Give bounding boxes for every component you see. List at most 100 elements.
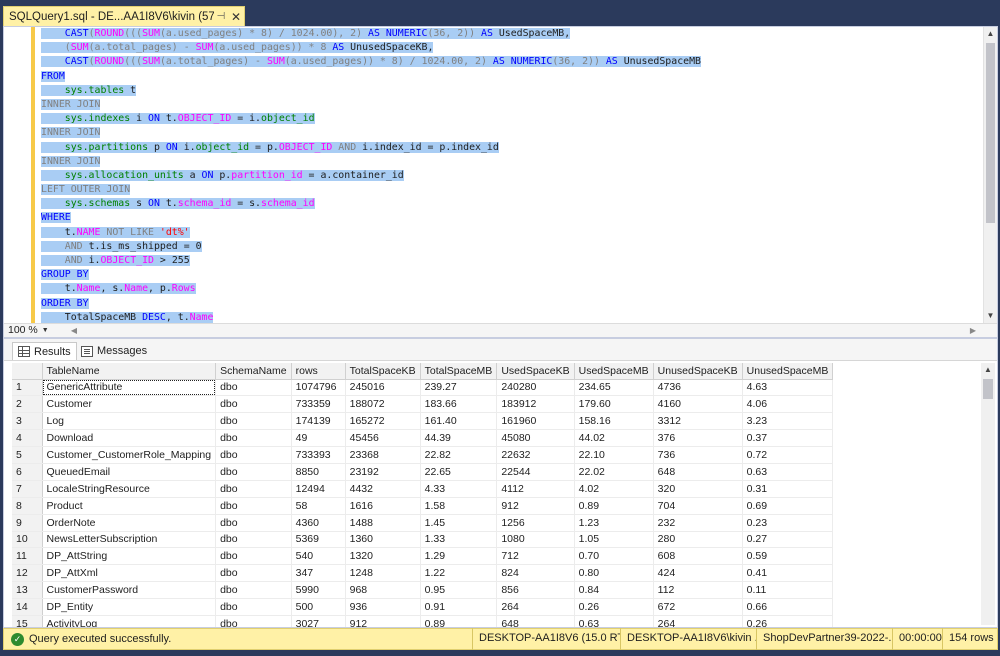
table-cell[interactable]: 22.10: [574, 446, 654, 464]
column-header[interactable]: UnusedSpaceMB: [742, 363, 834, 380]
scroll-down-icon[interactable]: ▼: [984, 309, 997, 323]
table-cell[interactable]: 1.58: [420, 497, 498, 515]
table-row[interactable]: 15 ActivityLog dbo 3027 912 0.89 648 0.63 264 0.2…: [12, 615, 834, 627]
table-cell[interactable]: 1616: [345, 497, 421, 515]
table-cell[interactable]: 5990: [291, 581, 346, 600]
row-number[interactable]: 10: [12, 531, 43, 549]
table-cell[interactable]: 264: [653, 615, 743, 627]
table-cell[interactable]: 608: [653, 547, 743, 566]
code-line[interactable]: FROM: [41, 70, 983, 84]
table-cell[interactable]: 712: [496, 547, 575, 566]
code-line[interactable]: sys.tables t: [41, 84, 983, 98]
code-line[interactable]: AND t.is_ms_shipped = 0: [41, 240, 983, 254]
table-cell[interactable]: 736: [653, 446, 743, 464]
code-line[interactable]: CAST(ROUND(((SUM(a.used_pages) * 8) / 10…: [41, 27, 983, 41]
table-row[interactable]: 12 DP_AttXml dbo 347 1248 1.22 824 0.80 424 0.41: [12, 564, 834, 583]
table-cell[interactable]: DP_AttString: [42, 547, 217, 566]
table-cell[interactable]: 1.33: [420, 531, 498, 549]
table-cell[interactable]: 0.59: [742, 547, 834, 566]
table-cell[interactable]: NewsLetterSubscription: [42, 531, 217, 549]
table-row[interactable]: 4 Download dbo 49 45456 44.39 45080 44.02 376 0.3…: [12, 429, 834, 448]
table-cell[interactable]: 5369: [291, 531, 346, 549]
row-number[interactable]: 13: [12, 581, 43, 600]
table-cell[interactable]: dbo: [215, 564, 292, 583]
table-cell[interactable]: 824: [496, 564, 575, 583]
table-cell[interactable]: 0.69: [742, 497, 834, 515]
table-cell[interactable]: GenericAttribute: [42, 379, 217, 397]
table-cell[interactable]: 0.91: [420, 598, 498, 616]
column-header[interactable]: TableName: [42, 363, 217, 380]
table-cell[interactable]: 240280: [496, 379, 575, 397]
table-cell[interactable]: DP_AttXml: [42, 564, 217, 583]
code-line[interactable]: TotalSpaceMB DESC, t.Name: [41, 311, 983, 323]
table-cell[interactable]: dbo: [215, 395, 292, 414]
table-cell[interactable]: Customer: [42, 395, 217, 414]
code-line[interactable]: (SUM(a.total_pages) - SUM(a.used_pages))…: [41, 41, 983, 55]
editor-vertical-scrollbar[interactable]: ▲ ▼: [983, 27, 997, 323]
table-cell[interactable]: 179.60: [574, 395, 654, 414]
column-header[interactable]: UsedSpaceMB: [574, 363, 654, 380]
code-line[interactable]: sys.schemas s ON t.schema_id = s.schema_…: [41, 197, 983, 211]
table-cell[interactable]: Log: [42, 412, 217, 431]
code-line[interactable]: sys.allocation_units a ON p.partition_id…: [41, 169, 983, 183]
table-cell[interactable]: dbo: [215, 412, 292, 431]
table-row[interactable]: 10 NewsLetterSubscription dbo 5369 1360 1.33 1…: [12, 531, 834, 549]
table-cell[interactable]: 856: [496, 581, 575, 600]
row-number[interactable]: 4: [12, 429, 43, 448]
code-line[interactable]: sys.partitions p ON i.object_id = p.OBJE…: [41, 141, 983, 155]
table-cell[interactable]: 0.37: [742, 429, 834, 448]
table-cell[interactable]: 0.26: [742, 615, 834, 627]
table-cell[interactable]: DP_Entity: [42, 598, 217, 616]
zoom-select[interactable]: 100 % ▼: [8, 324, 64, 337]
table-cell[interactable]: 320: [653, 480, 743, 498]
chevron-down-icon[interactable]: ▼: [42, 324, 49, 337]
table-cell[interactable]: 968: [345, 581, 421, 600]
row-number[interactable]: 12: [12, 564, 43, 583]
row-number[interactable]: 11: [12, 547, 43, 566]
table-cell[interactable]: 936: [345, 598, 421, 616]
close-icon[interactable]: ✕: [228, 10, 244, 24]
table-cell[interactable]: 0.11: [742, 581, 834, 600]
code-line[interactable]: WHERE: [41, 211, 983, 225]
table-cell[interactable]: 4.63: [742, 379, 834, 397]
table-cell[interactable]: 1.23: [574, 514, 654, 532]
code-line[interactable]: CAST(ROUND(((SUM(a.total_pages) - SUM(a.…: [41, 55, 983, 69]
row-number[interactable]: 7: [12, 480, 43, 498]
table-cell[interactable]: 0.66: [742, 598, 834, 616]
table-row[interactable]: 2 Customer dbo 733359 188072 183.66 183912 179.…: [12, 395, 834, 414]
column-header[interactable]: rows: [291, 363, 346, 380]
table-cell[interactable]: 161960: [496, 412, 575, 431]
table-cell[interactable]: 347: [291, 564, 346, 583]
table-cell[interactable]: 0.80: [574, 564, 654, 583]
table-cell[interactable]: 1320: [345, 547, 421, 566]
pin-icon[interactable]: ⊣: [214, 11, 228, 22]
table-cell[interactable]: dbo: [215, 429, 292, 448]
table-cell[interactable]: 0.72: [742, 446, 834, 464]
table-cell[interactable]: 23192: [345, 463, 421, 481]
scroll-thumb[interactable]: [983, 379, 993, 399]
table-cell[interactable]: dbo: [215, 581, 292, 600]
table-row[interactable]: 9 OrderNote dbo 4360 1488 1.45 1256 1.23 232 0.23: [12, 514, 834, 532]
table-row[interactable]: 7 LocaleStringResource dbo 12494 4432 4.33 411…: [12, 480, 834, 498]
table-cell[interactable]: 12494: [291, 480, 346, 498]
row-number[interactable]: 5: [12, 446, 43, 464]
table-cell[interactable]: CustomerPassword: [42, 581, 217, 600]
table-cell[interactable]: 22632: [496, 446, 575, 464]
row-number[interactable]: 15: [12, 615, 43, 627]
table-cell[interactable]: 1.22: [420, 564, 498, 583]
scroll-thumb[interactable]: [986, 43, 995, 223]
table-cell[interactable]: 376: [653, 429, 743, 448]
scroll-up-icon[interactable]: ▲: [981, 363, 995, 377]
table-cell[interactable]: 1.05: [574, 531, 654, 549]
table-cell[interactable]: 0.95: [420, 581, 498, 600]
table-cell[interactable]: dbo: [215, 615, 292, 627]
table-cell[interactable]: 45456: [345, 429, 421, 448]
row-number[interactable]: 2: [12, 395, 43, 414]
row-number[interactable]: 14: [12, 598, 43, 616]
table-cell[interactable]: 0.41: [742, 564, 834, 583]
code-line[interactable]: GROUP BY: [41, 268, 983, 282]
table-cell[interactable]: 0.89: [420, 615, 498, 627]
row-number[interactable]: 3: [12, 412, 43, 431]
tab-messages[interactable]: Messages: [76, 342, 152, 360]
table-cell[interactable]: 44.02: [574, 429, 654, 448]
